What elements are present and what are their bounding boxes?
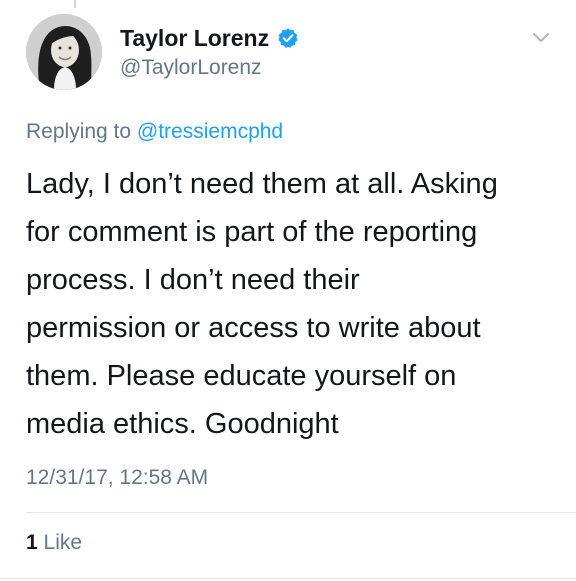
chevron-down-icon (533, 33, 549, 42)
author-handle[interactable]: @TaylorLorenz (120, 55, 262, 81)
divider (26, 512, 576, 513)
tweet-text-line: permission or access to write about (26, 312, 481, 344)
replying-to-label: Replying to (26, 120, 132, 143)
avatar-image (26, 14, 102, 90)
author-name-row[interactable]: Taylor Lorenz (120, 24, 299, 52)
tweet-text-line: media ethics. Goodnight (26, 408, 339, 440)
tweet-text-line: them. Please educate yourself on (26, 360, 457, 392)
avatar[interactable] (26, 14, 102, 90)
tweet-text-line: for comment is part of the reporting (26, 216, 478, 248)
tweet-text-line: process. I don’t need their (26, 264, 360, 296)
verified-badge-icon (277, 27, 299, 49)
author-display-name[interactable]: Taylor Lorenz (120, 24, 269, 52)
tweet-text-line: Lady, I don’t need them at all. Asking (26, 168, 498, 200)
thread-connector-line (74, 0, 76, 8)
tweet-timestamp[interactable]: 12/31/17, 12:58 AM (26, 465, 208, 491)
likes-count-link[interactable]: 1 Like (26, 530, 82, 556)
replying-to-line: Replying to @tressiemcphd (26, 119, 283, 145)
likes-count: 1 (26, 531, 38, 554)
bottom-divider (0, 578, 576, 579)
tweet-text: Lady, I don’t need them at all. Asking f… (26, 160, 556, 448)
likes-label: Like (43, 531, 83, 554)
tweet-menu-button[interactable] (530, 26, 552, 48)
replying-to-mention-link[interactable]: @tressiemcphd (137, 120, 283, 143)
